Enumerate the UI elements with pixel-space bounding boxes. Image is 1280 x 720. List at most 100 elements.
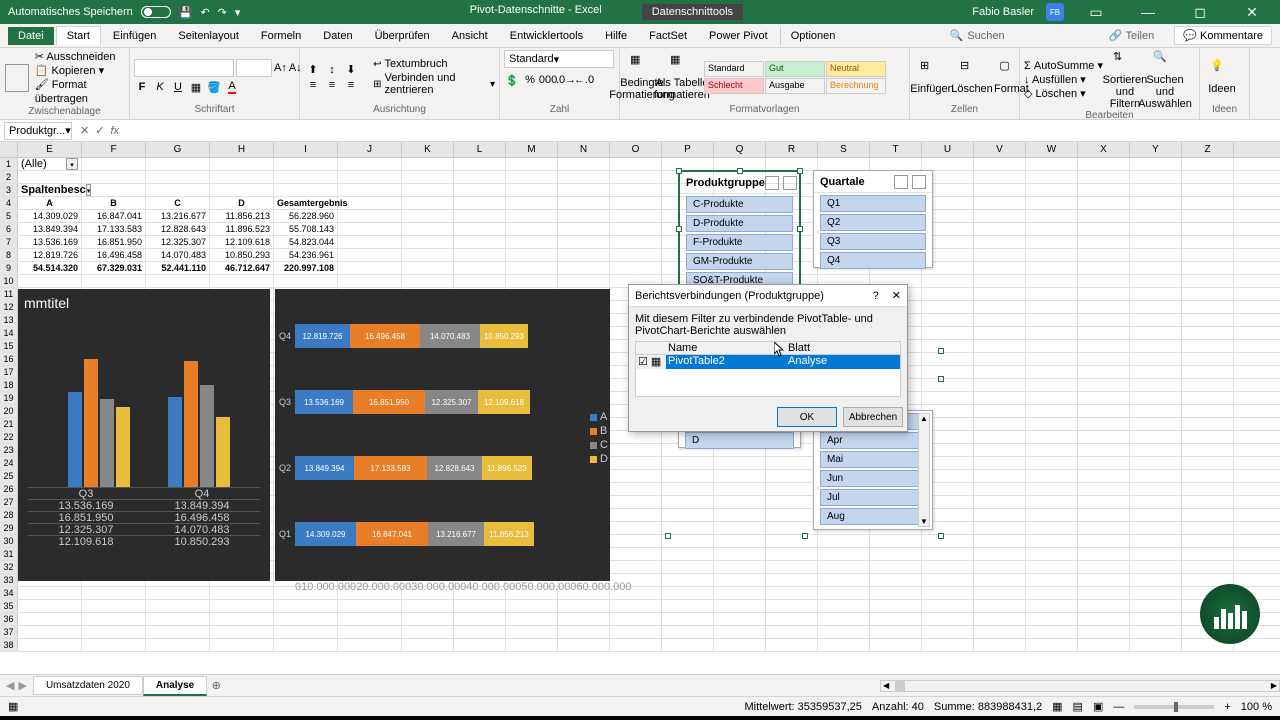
col-header[interactable]: Y (1130, 142, 1182, 157)
slicer-item[interactable]: GM-Produkte (686, 253, 793, 270)
fill-color-icon[interactable]: 🪣 (206, 79, 222, 95)
autosum-button[interactable]: Σ AutoSumme ▾ (1024, 59, 1103, 73)
ribbon-display-icon[interactable]: ▭ (1076, 4, 1116, 21)
save-icon[interactable]: 💾 (179, 6, 193, 19)
horizontal-scrollbar[interactable]: ◀ ▶ (880, 680, 1280, 692)
zoom-level[interactable]: 100 % (1241, 701, 1272, 713)
slicer-item[interactable]: Jul (820, 489, 926, 506)
bold-icon[interactable]: F (134, 79, 150, 95)
slicer-item[interactable]: C-Produkte (686, 196, 793, 213)
view-normal-icon[interactable]: ▦ (1052, 700, 1062, 713)
slicer-item[interactable]: D-Produkte (686, 215, 793, 232)
col-header[interactable]: H (210, 142, 274, 157)
slicer-item[interactable]: D (685, 432, 794, 449)
menu-start[interactable]: Start (56, 26, 101, 45)
tab-nav-right-icon[interactable]: ▶ (18, 679, 26, 692)
col-name[interactable]: Name (666, 342, 786, 354)
multiselect-icon[interactable] (765, 176, 779, 190)
dialog-help-icon[interactable]: ? (873, 290, 879, 302)
col-header[interactable]: E (18, 142, 82, 157)
add-sheet-icon[interactable]: ⊕ (207, 679, 225, 692)
redo-icon[interactable]: ↷ (218, 6, 227, 19)
menu-options[interactable]: Optionen (780, 27, 846, 45)
fx-icon[interactable]: fx (110, 125, 119, 137)
menu-formulas[interactable]: Formeln (251, 27, 311, 45)
name-box[interactable]: Produktgr...▾ (4, 122, 72, 140)
cancel-button[interactable]: Abbrechen (843, 407, 903, 427)
find-select-button[interactable]: 🔍Suchen und Auswählen (1147, 50, 1183, 110)
slicer-item[interactable]: Q3 (820, 233, 926, 250)
underline-icon[interactable]: U (170, 79, 186, 95)
format-as-table-button[interactable]: ▦Als Tabelle formatieren (664, 53, 700, 101)
close-icon[interactable]: ✕ (1232, 4, 1272, 21)
percent-icon[interactable]: % (522, 72, 538, 88)
slicer-produktgruppe[interactable]: Produktgruppe C-ProdukteD-ProdukteF-Prod… (678, 170, 801, 288)
worksheet[interactable]: 1(Alle)▾23Spaltenbesc▾4ABCDGesamtergebni… (0, 158, 1280, 674)
menu-review[interactable]: Überprüfen (365, 27, 440, 45)
menu-insert[interactable]: Einfügen (103, 27, 166, 45)
col-header[interactable]: K (402, 142, 454, 157)
col-header[interactable]: G (146, 142, 210, 157)
tab-nav-left-icon[interactable]: ◀ (6, 679, 14, 692)
slicer-quartale[interactable]: Quartale Q1Q2Q3Q4 (813, 170, 933, 268)
formula-input[interactable] (119, 122, 1280, 140)
stacked-bar-chart[interactable]: Q412.819.72616.496.45814.070.48310.850.2… (275, 289, 610, 581)
zoom-slider[interactable] (1134, 705, 1214, 709)
col-header[interactable]: P (662, 142, 714, 157)
slicer-item[interactable]: Mai (820, 451, 926, 468)
paste-button[interactable] (4, 54, 31, 102)
enter-formula-icon[interactable]: ✓ (95, 124, 104, 137)
border-icon[interactable]: ▦ (188, 79, 204, 95)
increase-font-icon[interactable]: A↑ (274, 62, 287, 74)
undo-icon[interactable]: ↶ (200, 6, 209, 19)
slicer-item[interactable]: Q2 (820, 214, 926, 231)
col-header[interactable]: J (338, 142, 402, 157)
wrap-text-button[interactable]: ↩ Textumbruch (373, 58, 495, 70)
dialog-list-row[interactable]: ☑ ▦ PivotTable2 Analyse (636, 355, 900, 369)
fill-button[interactable]: ↓ Ausfüllen ▾ (1024, 73, 1103, 87)
col-header[interactable]: V (974, 142, 1026, 157)
format-painter-button[interactable]: 🖌 Format übertragen (35, 78, 125, 106)
italic-icon[interactable]: K (152, 79, 168, 95)
slicer-item[interactable]: F-Produkte (686, 234, 793, 251)
menu-pagelayout[interactable]: Seitenlayout (168, 27, 249, 45)
ok-button[interactable]: OK (777, 407, 837, 427)
col-header[interactable]: Z (1182, 142, 1234, 157)
sheet-tab-analyse[interactable]: Analyse (143, 676, 207, 696)
col-header[interactable]: L (454, 142, 506, 157)
menu-powerpivot[interactable]: Power Pivot (699, 27, 778, 45)
zoom-out-icon[interactable]: — (1113, 701, 1124, 713)
col-header[interactable]: M (506, 142, 558, 157)
decrease-decimal-icon[interactable]: ←.0 (576, 72, 592, 88)
col-header[interactable]: N (558, 142, 610, 157)
slicer-item[interactable]: Jun (820, 470, 926, 487)
sheet-tab-data[interactable]: Umsatzdaten 2020 (33, 676, 143, 695)
number-format-select[interactable]: Standard ▾ (504, 50, 614, 68)
column-chart[interactable]: mmtitel Q3Q4 13.536.16913.849.394 16.851… (18, 289, 270, 581)
user-badge[interactable]: FB (1046, 3, 1064, 21)
dialog-close-icon[interactable]: ✕ (892, 290, 901, 302)
zoom-in-icon[interactable]: + (1224, 701, 1230, 713)
cell-styles[interactable]: Standard Gut Neutral Schlecht Ausgabe Be… (704, 61, 886, 94)
insert-cells-button[interactable]: ⊞Einfügen (914, 59, 950, 95)
autosave-toggle[interactable] (141, 6, 171, 18)
col-header[interactable]: U (922, 142, 974, 157)
clear-button[interactable]: ◇ Löschen ▾ (1024, 87, 1103, 101)
alignment-grid[interactable]: ⬆↕⬇ ≡≡≡ (304, 63, 360, 92)
col-header[interactable]: I (274, 142, 338, 157)
slicer-item[interactable]: Q1 (820, 195, 926, 212)
col-header[interactable]: Q (714, 142, 766, 157)
slicer-item[interactable]: Aug (820, 508, 926, 525)
maximize-icon[interactable]: ◻ (1180, 4, 1220, 21)
minimize-icon[interactable]: — (1128, 4, 1168, 20)
menu-developer[interactable]: Entwicklertools (500, 27, 593, 45)
col-header[interactable]: F (82, 142, 146, 157)
delete-cells-button[interactable]: ⊟Löschen (954, 59, 990, 95)
menu-factset[interactable]: FactSet (639, 27, 697, 45)
multiselect-icon[interactable] (894, 175, 908, 189)
slicer-item[interactable]: Apr (820, 432, 926, 449)
ideas-button[interactable]: 💡Ideen (1204, 59, 1240, 95)
font-color-icon[interactable]: A (224, 79, 240, 95)
font-select[interactable] (134, 59, 234, 77)
col-header[interactable]: S (818, 142, 870, 157)
